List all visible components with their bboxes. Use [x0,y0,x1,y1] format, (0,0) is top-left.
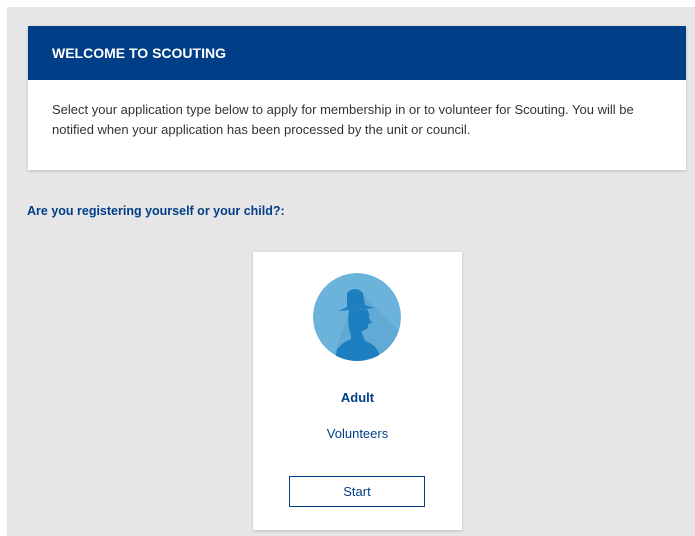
option-card-adult[interactable]: Adult Volunteers Start [253,252,462,530]
scout-silhouette-icon [313,273,401,361]
page-background: WELCOME TO SCOUTING Select your applicat… [7,7,695,536]
welcome-description: Select your application type below to ap… [52,102,634,137]
option-title: Adult [340,390,375,405]
option-subtitle: Volunteers [326,426,389,441]
welcome-title: WELCOME TO SCOUTING [28,26,686,80]
registration-question: Are you registering yourself or your chi… [27,204,285,218]
welcome-card: WELCOME TO SCOUTING Select your applicat… [28,26,686,170]
start-button[interactable]: Start [289,476,425,507]
